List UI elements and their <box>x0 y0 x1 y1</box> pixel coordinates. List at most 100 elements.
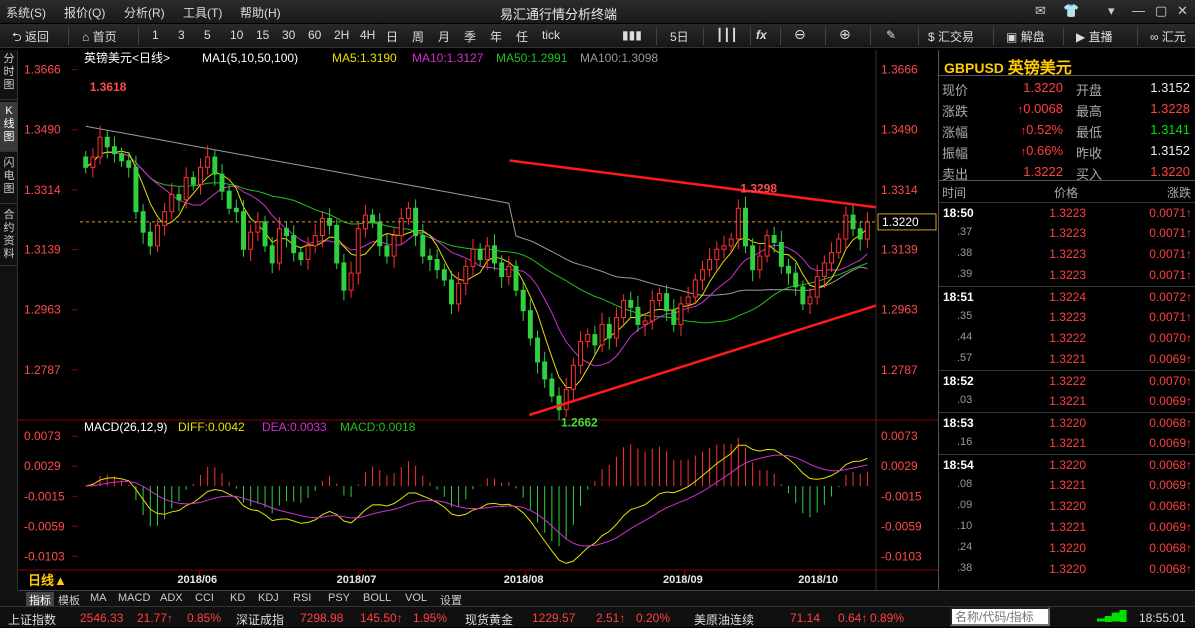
period-button-0[interactable]: 1 <box>152 28 159 42</box>
candle-body <box>685 296 691 305</box>
bar-chart-icon[interactable]: ▮▮▮ <box>622 28 642 42</box>
menu-quote[interactable]: 报价(Q) <box>64 4 105 21</box>
trade-button[interactable]: $ 汇交易 <box>928 28 974 45</box>
ma5-legend: MA5:1.3190 <box>332 51 397 65</box>
live-icon: ▶ <box>1076 30 1086 44</box>
quote-title: GBPUSD 英镑美元 <box>944 60 1072 77</box>
candle-icon[interactable]: ┃┃┃ <box>716 28 738 42</box>
price-tick-label-right: 1.3314 <box>881 183 918 197</box>
indicator-tab-8[interactable]: RSI <box>293 592 311 604</box>
minimize-icon[interactable]: — <box>1132 3 1145 18</box>
zoom-in-icon[interactable]: ⊕ <box>839 26 851 43</box>
gold-value: 1229.57 <box>532 611 576 625</box>
candle-body <box>147 231 153 247</box>
period-button-4[interactable]: 15 <box>256 28 269 42</box>
candle-body <box>448 279 454 305</box>
price-tick-label-right: 1.2963 <box>881 303 918 317</box>
candle-body <box>714 248 720 260</box>
candle-body <box>198 166 203 185</box>
candle-body <box>513 265 519 291</box>
candle-body <box>226 190 232 209</box>
tab-timeshare[interactable]: 分时图 <box>0 50 18 100</box>
candle-body <box>649 299 655 322</box>
menu-analysis[interactable]: 分析(R) <box>124 4 165 21</box>
date-label: 2018/09 <box>663 574 703 586</box>
candle-body <box>205 156 211 168</box>
price-tick-label-right: 1.3490 <box>881 123 918 137</box>
quote-label: 最低 <box>1076 125 1103 140</box>
period-button-6[interactable]: 60 <box>308 28 321 42</box>
candle-body <box>319 218 325 237</box>
home-button[interactable]: ⌂ 首页 <box>82 28 117 45</box>
five-day-button[interactable]: 5日 <box>670 28 689 45</box>
mail-icon[interactable]: ✉ <box>1035 3 1046 19</box>
quote-value: ↑0.66% <box>1020 143 1063 158</box>
candle-body <box>312 235 318 247</box>
indicator-tab-3[interactable]: MACD <box>118 592 150 604</box>
sh-index-name[interactable]: 上证指数 <box>8 611 56 628</box>
skin-icon[interactable]: ▾ <box>1108 3 1115 19</box>
left-view-tabs: 分时图 K线图 闪电图 合约资料 <box>0 50 18 590</box>
arrow-up-icon: ↑ <box>1186 374 1192 388</box>
menu-help[interactable]: 帮助(H) <box>240 4 281 21</box>
candle-body <box>111 146 117 155</box>
candle-body <box>807 296 813 305</box>
period-button-14[interactable]: 任 <box>516 28 528 45</box>
period-button-10[interactable]: 周 <box>412 28 424 45</box>
macd-diff-line <box>85 444 868 564</box>
period-button-1[interactable]: 3 <box>178 28 185 42</box>
close-icon[interactable]: ✕ <box>1177 3 1188 19</box>
formula-button[interactable]: fx <box>756 28 767 42</box>
period-button-12[interactable]: 季 <box>464 28 476 45</box>
indicator-tab-6[interactable]: KD <box>230 592 245 604</box>
period-button-15[interactable]: tick <box>542 28 560 42</box>
period-button-5[interactable]: 30 <box>282 28 295 42</box>
candle-body <box>613 317 619 339</box>
period-button-7[interactable]: 2H <box>334 28 349 42</box>
price-tick-label-left: 1.3139 <box>24 243 61 257</box>
tab-contract-info[interactable]: 合约资料 <box>0 206 18 266</box>
period-button-9[interactable]: 日 <box>386 28 398 45</box>
indicator-tab-9[interactable]: PSY <box>328 592 350 604</box>
period-button-8[interactable]: 4H <box>360 28 375 42</box>
candle-body <box>556 395 562 411</box>
candle-body <box>334 224 340 264</box>
kline-chart[interactable]: 1.3666 1.3666 1.3490 1.3490 1.3314 1.3314 1.31… <box>18 50 938 590</box>
user-icon[interactable]: 👕 <box>1063 3 1079 19</box>
search-input[interactable] <box>950 607 1050 626</box>
candle-body <box>843 214 849 240</box>
period-button-13[interactable]: 年 <box>490 28 502 45</box>
draw-pen-icon[interactable]: ✎ <box>886 28 896 42</box>
price-tick-label-left: 1.3490 <box>24 123 61 137</box>
huiyuan-button[interactable]: ∞ 汇元 <box>1150 28 1186 45</box>
maximize-icon[interactable]: ▢ <box>1155 3 1167 19</box>
analysis-button[interactable]: ▣ 解盘 <box>1006 28 1045 45</box>
menu-system[interactable]: 系统(S) <box>6 4 46 21</box>
candle-body <box>456 282 462 305</box>
tick-row: .09 1.3220 0.0068↑ <box>957 499 1192 513</box>
period-button-11[interactable]: 月 <box>438 28 450 45</box>
period-label[interactable]: 日线▲ <box>28 573 67 588</box>
tick-row: .24 1.3220 0.0068↑ <box>957 541 1192 555</box>
tab-flash[interactable]: 闪电图 <box>0 154 18 204</box>
zoom-out-icon[interactable]: ⊖ <box>794 26 806 43</box>
oil-name[interactable]: 美原油连续 <box>694 611 754 628</box>
live-button[interactable]: ▶ 直播 <box>1076 28 1113 45</box>
indicator-tab-4[interactable]: ADX <box>160 592 183 604</box>
indicator-tab-2[interactable]: MA <box>90 592 107 604</box>
menu-tools[interactable]: 工具(T) <box>183 4 222 21</box>
gold-name[interactable]: 现货黄金 <box>465 611 513 628</box>
indicator-tab-5[interactable]: CCI <box>195 592 214 604</box>
back-button[interactable]: ⮌ 返回 <box>12 28 49 49</box>
sz-index-name[interactable]: 深证成指 <box>236 611 284 628</box>
tick-row: .38 1.3223 0.0071↑ <box>957 247 1192 261</box>
candle-body <box>441 269 447 281</box>
period-button-2[interactable]: 5 <box>204 28 211 42</box>
indicator-tab-11[interactable]: VOL <box>405 592 427 604</box>
tab-kline[interactable]: K线图 <box>0 102 18 152</box>
macd-tick-label-left: 0.0029 <box>24 459 61 473</box>
indicator-tab-7[interactable]: KDJ <box>258 592 279 604</box>
ma100-line <box>85 125 868 296</box>
indicator-tab-10[interactable]: BOLL <box>363 592 391 604</box>
period-button-3[interactable]: 10 <box>230 28 243 42</box>
